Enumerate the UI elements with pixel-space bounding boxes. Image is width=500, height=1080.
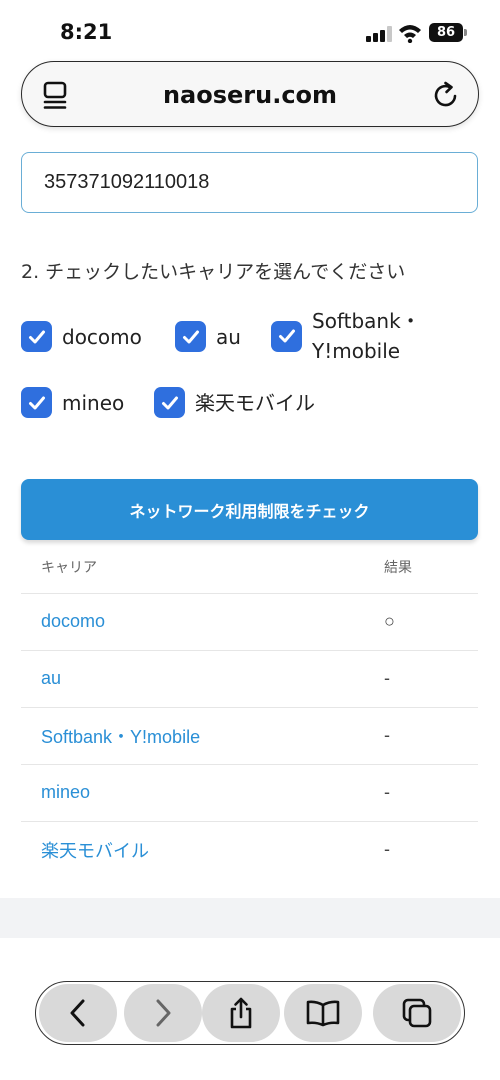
battery-cap <box>464 29 467 36</box>
column-header-result: 結果 <box>384 541 478 594</box>
checkbox-softbank-ymobile[interactable]: Softbank・ Y!mobile <box>271 306 421 366</box>
result-value: ○ <box>384 593 478 651</box>
result-value: - <box>384 650 478 708</box>
table-row: docomo ○ <box>21 593 478 651</box>
checkbox-checked-icon[interactable] <box>154 387 185 418</box>
battery-indicator: 86 <box>429 23 463 42</box>
carrier-link[interactable]: Softbank・Y!mobile <box>41 727 200 747</box>
checkbox-label: Softbank・ Y!mobile <box>312 306 421 366</box>
share-button[interactable] <box>202 984 280 1042</box>
checkbox-label: 楽天モバイル <box>195 390 315 415</box>
table-row: Softbank・Y!mobile - <box>21 707 478 765</box>
result-value: - <box>384 839 390 860</box>
checkbox-checked-icon[interactable] <box>271 320 302 352</box>
page-footer-band <box>0 898 500 938</box>
checkbox-label: mineo <box>62 390 125 415</box>
checkbox-au[interactable]: au <box>175 321 241 352</box>
share-icon <box>230 997 252 1029</box>
back-icon <box>70 999 85 1027</box>
checkbox-label: docomo <box>62 324 142 349</box>
browser-toolbar <box>35 981 465 1045</box>
result-value: - <box>384 707 478 765</box>
imei-input[interactable] <box>21 152 478 213</box>
carrier-link[interactable]: mineo <box>41 782 90 802</box>
table-row: mineo - <box>21 764 478 822</box>
forward-button[interactable] <box>124 984 202 1042</box>
checkbox-rakuten-mobile[interactable]: 楽天モバイル <box>154 387 315 418</box>
checkbox-label-line2: Y!mobile <box>312 339 401 363</box>
carrier-link[interactable]: au <box>41 668 61 688</box>
checkbox-mineo[interactable]: mineo <box>21 387 124 418</box>
reload-icon[interactable] <box>431 80 461 110</box>
url-text[interactable]: naoseru.com <box>22 81 478 109</box>
back-button[interactable] <box>39 984 117 1042</box>
status-bar: 8:21 86 <box>0 0 500 60</box>
checkbox-label: au <box>216 324 241 349</box>
checkbox-checked-icon[interactable] <box>21 387 52 418</box>
table-row: 楽天モバイル - <box>21 821 478 878</box>
checkbox-checked-icon[interactable] <box>21 321 52 352</box>
forward-icon <box>156 999 171 1027</box>
status-time: 8:21 <box>60 20 113 44</box>
check-network-restriction-button[interactable]: ネットワーク利用制限をチェック <box>21 479 478 540</box>
tabs-icon <box>402 998 432 1028</box>
url-bar[interactable]: naoseru.com <box>21 61 479 127</box>
bookmarks-icon <box>306 1000 340 1027</box>
checkbox-checked-icon[interactable] <box>175 321 206 352</box>
checkbox-docomo[interactable]: docomo <box>21 321 142 352</box>
carrier-select-heading: 2. チェックしたいキャリアを選んでください <box>21 261 406 283</box>
results-table: キャリア 結果 docomo ○ au - Softbank・Y!mobile … <box>21 541 478 878</box>
result-value: - <box>384 764 478 822</box>
checkbox-label-line1: Softbank・ <box>312 309 421 333</box>
bookmarks-button[interactable] <box>284 984 362 1042</box>
column-header-carrier: キャリア <box>21 541 384 594</box>
wifi-icon <box>399 25 421 43</box>
tabs-button[interactable] <box>373 984 461 1042</box>
table-row: au - <box>21 650 478 708</box>
table-header-row: キャリア 結果 <box>21 541 478 594</box>
signal-icon <box>366 26 392 42</box>
carrier-link[interactable]: 楽天モバイル <box>41 841 149 861</box>
carrier-link[interactable]: docomo <box>41 611 105 631</box>
